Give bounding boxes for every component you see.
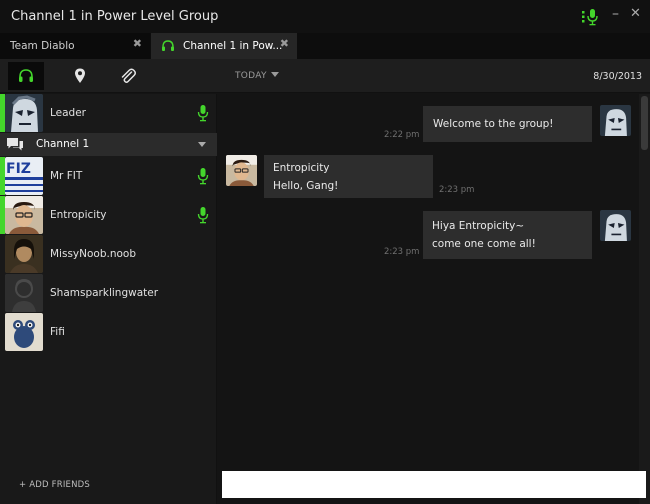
avatar bbox=[5, 313, 43, 351]
mic-icon[interactable] bbox=[582, 8, 600, 26]
avatar bbox=[600, 105, 631, 136]
member-name: Entropicity bbox=[50, 209, 107, 221]
member-leader[interactable]: Leader bbox=[0, 94, 217, 132]
member-name: Mr FIT bbox=[50, 170, 83, 182]
message-sender: Entropicity bbox=[273, 162, 330, 174]
add-friends-button[interactable]: + ADD FRIENDS bbox=[19, 480, 90, 490]
close-tab-icon[interactable]: ✖ bbox=[133, 37, 142, 50]
message-bubble: Hiya Entropicity~ come one come all! bbox=[423, 211, 592, 259]
paperclip-icon bbox=[121, 68, 136, 83]
current-date: 8/30/2013 bbox=[593, 71, 642, 82]
member-name: MissyNoob.noob bbox=[50, 248, 137, 260]
message-time: 2:23 pm bbox=[439, 185, 475, 195]
member-entropicity[interactable]: Entropicity bbox=[0, 196, 217, 234]
tab-team-diablo[interactable]: Team Diablo ✖ bbox=[0, 33, 150, 59]
message-time: 2:22 pm bbox=[384, 130, 420, 140]
date-filter-dropdown[interactable]: TODAY bbox=[235, 71, 279, 81]
member-name: Leader bbox=[50, 107, 87, 119]
location-pin-icon bbox=[75, 68, 85, 83]
chat-bubble-icon bbox=[7, 138, 23, 151]
tab-channel-1[interactable]: Channel 1 in Pow... ✖ bbox=[151, 33, 297, 59]
tab-label: Channel 1 in Pow... bbox=[183, 40, 283, 52]
chevron-down-icon[interactable] bbox=[198, 142, 206, 147]
toolbar: TODAY 8/30/2013 bbox=[0, 59, 650, 93]
member-name: Shamsparklingwater bbox=[50, 287, 159, 299]
minimize-button[interactable]: – bbox=[612, 6, 619, 22]
voice-button[interactable] bbox=[8, 62, 44, 90]
location-button[interactable] bbox=[62, 62, 98, 90]
avatar bbox=[5, 196, 43, 234]
avatar bbox=[5, 274, 43, 312]
channel-header[interactable]: Channel 1 bbox=[0, 133, 217, 156]
chevron-down-icon bbox=[270, 72, 279, 77]
message-text: Hello, Gang! bbox=[273, 180, 339, 192]
message-bubble: Entropicity Hello, Gang! bbox=[264, 155, 433, 198]
member-mr-fit[interactable]: FIZ Mr FIT bbox=[0, 157, 217, 195]
message-text: Welcome to the group! bbox=[433, 118, 554, 130]
message-text: Hiya Entropicity~ bbox=[432, 220, 525, 232]
tab-label: Team Diablo bbox=[10, 40, 75, 52]
member-sidebar: Leader Channel 1 FIZ Mr FIT Entropicity … bbox=[0, 94, 217, 504]
window-title: Channel 1 in Power Level Group bbox=[11, 9, 219, 24]
member-missynoob[interactable]: MissyNoob.noob bbox=[0, 235, 217, 273]
member-fifi[interactable]: Fifi bbox=[0, 313, 217, 351]
date-filter-label: TODAY bbox=[235, 71, 267, 81]
mic-icon bbox=[197, 207, 209, 224]
member-shamsparklingwater[interactable]: Shamsparklingwater bbox=[0, 274, 217, 312]
channel-name: Channel 1 bbox=[36, 138, 90, 150]
message-bubble: Welcome to the group! bbox=[423, 106, 592, 142]
message-time: 2:23 pm bbox=[384, 247, 420, 257]
avatar bbox=[5, 94, 43, 132]
close-window-button[interactable]: ✕ bbox=[630, 6, 641, 21]
headset-icon bbox=[19, 69, 33, 82]
tab-bar: Team Diablo ✖ Channel 1 in Pow... ✖ bbox=[0, 33, 650, 59]
member-name: Fifi bbox=[50, 326, 65, 338]
svg-text:FIZ: FIZ bbox=[6, 161, 31, 177]
avatar: FIZ bbox=[5, 157, 43, 195]
mic-icon bbox=[197, 168, 209, 185]
chat-panel: 2:22 pm Welcome to the group! Entropicit… bbox=[218, 94, 650, 504]
attach-button[interactable] bbox=[110, 62, 146, 90]
scroll-thumb[interactable] bbox=[641, 96, 648, 150]
message-input[interactable] bbox=[222, 471, 646, 498]
message-text: come one come all! bbox=[432, 238, 536, 250]
avatar bbox=[600, 210, 631, 241]
chat-scrollbar[interactable] bbox=[639, 94, 650, 504]
headset-icon bbox=[162, 40, 174, 51]
avatar bbox=[5, 235, 43, 273]
mic-icon bbox=[197, 105, 209, 122]
title-bar: Channel 1 in Power Level Group – ✕ bbox=[0, 0, 650, 33]
close-tab-icon[interactable]: ✖ bbox=[280, 37, 289, 50]
avatar bbox=[226, 155, 257, 186]
